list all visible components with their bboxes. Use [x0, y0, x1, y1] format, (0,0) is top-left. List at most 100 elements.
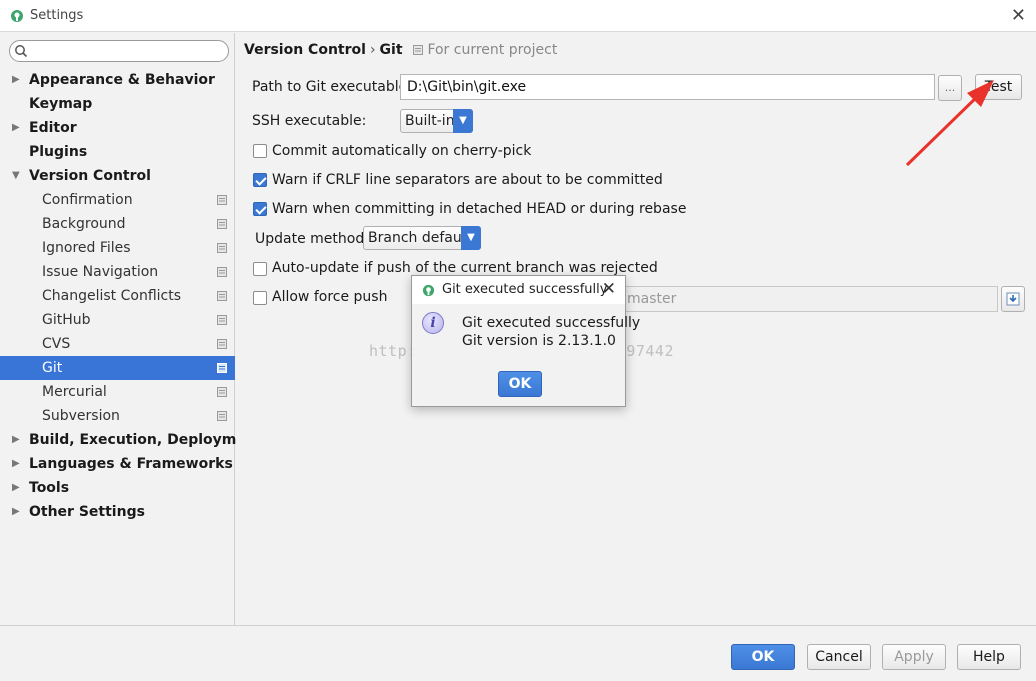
- app-logo-icon: [422, 284, 435, 297]
- protected-branches-browse-button[interactable]: [1001, 286, 1025, 312]
- cancel-button[interactable]: Cancel: [807, 644, 871, 670]
- protected-branches-input[interactable]: master: [620, 286, 998, 312]
- project-scope-icon: [217, 363, 227, 373]
- sidebar-item-mercurial[interactable]: Mercurial: [0, 380, 235, 404]
- ssh-executable-select[interactable]: Built-in ▼: [400, 109, 473, 133]
- sidebar-item-background[interactable]: Background: [0, 212, 235, 236]
- expand-arrow-icon[interactable]: ▶: [12, 500, 20, 524]
- project-scope-icon: [217, 387, 227, 397]
- dialog-message-line2: Git version is 2.13.1.0: [462, 333, 616, 349]
- settings-footer: OK Cancel Apply Help: [0, 625, 1036, 681]
- browse-button[interactable]: ...: [938, 75, 962, 101]
- auto-update-label[interactable]: Auto-update if push of the current branc…: [272, 260, 658, 276]
- project-scope-icon: [217, 291, 227, 301]
- update-method-select[interactable]: Branch default ▼: [363, 226, 481, 250]
- warn-detached-head-checkbox[interactable]: [253, 202, 267, 216]
- expand-arrow-icon[interactable]: ▶: [12, 428, 20, 452]
- window-titlebar: Settings ✕: [0, 0, 1036, 32]
- browse-list-icon: [1006, 292, 1020, 306]
- dialog-titlebar: Git executed successfully ✕: [412, 276, 625, 304]
- sidebar-item-github[interactable]: GitHub: [0, 308, 235, 332]
- dialog-message-line1: Git executed successfully: [462, 315, 641, 331]
- window-title: Settings: [30, 8, 84, 23]
- sidebar-item-label: Build, Execution, Deployment: [29, 432, 263, 448]
- expand-arrow-icon[interactable]: ▶: [12, 452, 20, 476]
- expand-arrow-icon[interactable]: ▶: [12, 68, 20, 92]
- sidebar-item-label: Appearance & Behavior: [29, 72, 215, 88]
- sidebar-item-changelist-conflicts[interactable]: Changelist Conflicts: [0, 284, 235, 308]
- update-method-value: Branch default: [368, 230, 472, 246]
- sidebar-item-confirmation[interactable]: Confirmation: [0, 188, 235, 212]
- ok-button[interactable]: OK: [731, 644, 795, 670]
- warn-detached-head-label[interactable]: Warn when committing in detached HEAD or…: [272, 201, 686, 217]
- sidebar-item-label: Version Control: [29, 168, 151, 184]
- project-scope-icon: [217, 195, 227, 205]
- allow-force-push-label[interactable]: Allow force push: [272, 289, 387, 305]
- test-button[interactable]: Test: [975, 74, 1022, 100]
- search-icon: [15, 45, 28, 58]
- breadcrumb-current: Git: [379, 42, 403, 58]
- project-scope-icon: [217, 219, 227, 229]
- sidebar-item-issue-navigation[interactable]: Issue Navigation: [0, 260, 235, 284]
- ssh-executable-value: Built-in: [405, 113, 455, 129]
- project-scope-icon: [217, 267, 227, 277]
- info-icon: i: [422, 312, 444, 334]
- sidebar-item-appearance-behavior[interactable]: ▶ Appearance & Behavior: [0, 68, 235, 92]
- sidebar-item-label: Git: [42, 360, 63, 376]
- project-scope-icon: [217, 411, 227, 421]
- sidebar-item-label: Subversion: [42, 408, 120, 424]
- chevron-down-icon[interactable]: ▼: [453, 109, 473, 133]
- sidebar-item-label: Languages & Frameworks: [29, 456, 233, 472]
- git-success-dialog: Git executed successfully ✕ i Git execut…: [411, 275, 640, 407]
- auto-update-checkbox[interactable]: [253, 262, 267, 276]
- help-button[interactable]: Help: [957, 644, 1021, 670]
- dialog-ok-button[interactable]: OK: [498, 371, 542, 397]
- sidebar-item-label: Background: [42, 216, 126, 232]
- sidebar-item-version-control[interactable]: ▼ Version Control: [0, 164, 235, 188]
- sidebar-item-git[interactable]: Git: [0, 356, 235, 380]
- settings-search-input[interactable]: [9, 40, 229, 62]
- sidebar-item-editor[interactable]: ▶ Editor: [0, 116, 235, 140]
- chevron-down-icon[interactable]: ▼: [461, 226, 481, 250]
- project-scope-label: For current project: [427, 42, 558, 58]
- project-scope-icon: [412, 45, 423, 55]
- dialog-title: Git executed successfully: [442, 282, 608, 297]
- breadcrumb-parent[interactable]: Version Control: [244, 42, 366, 58]
- sidebar-item-keymap[interactable]: Keymap: [0, 92, 235, 116]
- commit-cherry-pick-label[interactable]: Commit automatically on cherry-pick: [272, 143, 531, 159]
- sidebar-item-tools[interactable]: ▶ Tools: [0, 476, 235, 500]
- expand-arrow-icon[interactable]: ▶: [12, 476, 20, 500]
- settings-sidebar: ▶ Appearance & Behavior Keymap ▶ Editor …: [0, 33, 263, 625]
- sidebar-item-cvs[interactable]: CVS: [0, 332, 235, 356]
- sidebar-item-languages-frameworks[interactable]: ▶ Languages & Frameworks: [0, 452, 235, 476]
- sidebar-item-label: Ignored Files: [42, 240, 131, 256]
- apply-button[interactable]: Apply: [882, 644, 946, 670]
- sidebar-item-label: Changelist Conflicts: [42, 288, 182, 304]
- sidebar-item-label: Mercurial: [42, 384, 107, 400]
- warn-crlf-checkbox[interactable]: [253, 173, 267, 187]
- git-path-label: Path to Git executable:: [252, 79, 412, 95]
- update-method-label: Update method:: [255, 231, 369, 247]
- sidebar-item-label: GitHub: [42, 312, 91, 328]
- project-scope-icon: [217, 339, 227, 349]
- project-scope-icon: [217, 243, 227, 253]
- allow-force-push-checkbox[interactable]: [253, 291, 267, 305]
- git-path-input[interactable]: D:\Git\bin\git.exe: [400, 74, 935, 100]
- window-close-icon[interactable]: ✕: [1011, 5, 1026, 26]
- commit-cherry-pick-checkbox[interactable]: [253, 144, 267, 158]
- collapse-arrow-icon[interactable]: ▼: [12, 164, 20, 188]
- sidebar-item-label: Tools: [29, 480, 70, 496]
- sidebar-item-other-settings[interactable]: ▶ Other Settings: [0, 500, 235, 524]
- project-scope-icon: [217, 315, 227, 325]
- sidebar-item-subversion[interactable]: Subversion: [0, 404, 235, 428]
- sidebar-item-build-execution-deployment[interactable]: ▶ Build, Execution, Deployment: [0, 428, 263, 452]
- sidebar-item-label: CVS: [42, 336, 71, 352]
- sidebar-item-ignored-files[interactable]: Ignored Files: [0, 236, 235, 260]
- app-logo-icon: [11, 10, 23, 22]
- expand-arrow-icon[interactable]: ▶: [12, 116, 20, 140]
- sidebar-item-plugins[interactable]: Plugins: [0, 140, 235, 164]
- project-scope-hint: For current project: [412, 42, 558, 58]
- dialog-close-icon[interactable]: ✕: [602, 279, 616, 299]
- warn-crlf-label[interactable]: Warn if CRLF line separators are about t…: [272, 172, 663, 188]
- sidebar-item-label: Plugins: [29, 144, 88, 160]
